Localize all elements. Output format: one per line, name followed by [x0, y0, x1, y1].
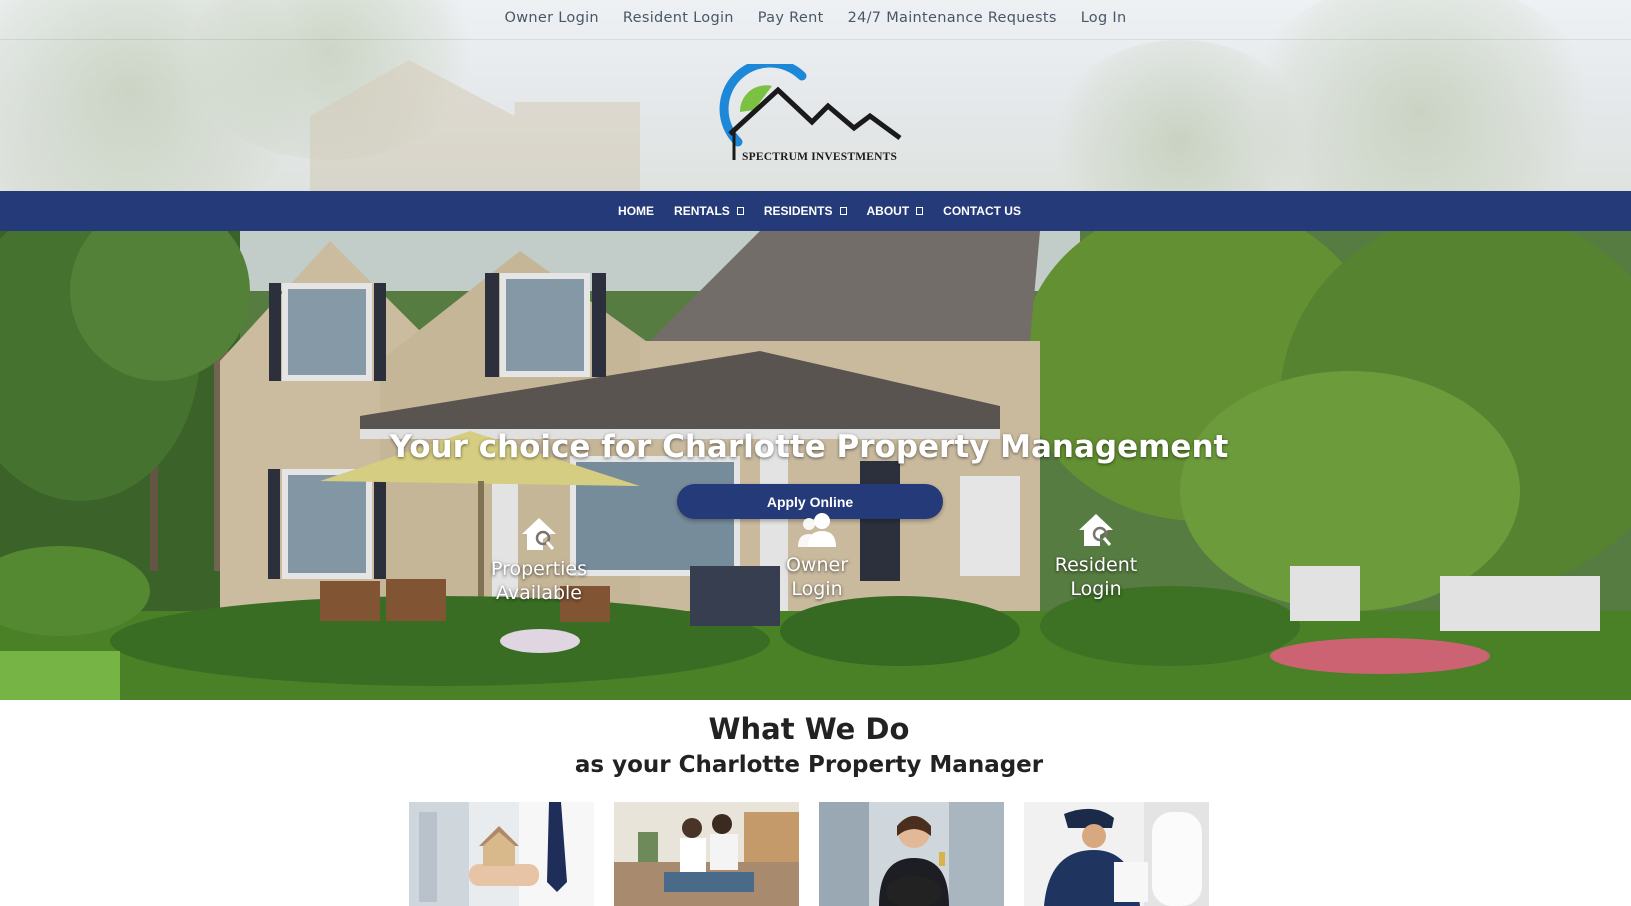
piggy-bank-photo	[819, 802, 1004, 906]
nav-rentals-label: RENTALS	[674, 204, 730, 218]
owner-login-label-2: Login	[791, 578, 843, 600]
logo-text: SPECTRUM INVESTMENTS	[742, 151, 898, 163]
dropdown-caret-icon	[736, 207, 744, 215]
log-in-link[interactable]: Log In	[1081, 10, 1127, 39]
properties-available-label-2: Available	[495, 582, 582, 604]
service-tile-owners[interactable]	[409, 802, 594, 906]
service-tile-maintenance[interactable]	[1024, 802, 1209, 906]
owner-login-quick-link[interactable]: Owner Login	[752, 511, 882, 601]
what-we-do-subtitle: as your Charlotte Property Manager	[574, 752, 1044, 778]
resident-login-quick-link[interactable]: Resident Login	[1031, 511, 1161, 601]
nav-contact-us[interactable]: CONTACT US	[933, 191, 1031, 231]
service-tile-residents[interactable]	[614, 802, 799, 906]
resident-login-label-2: Login	[1070, 578, 1122, 600]
properties-available-link[interactable]: Properties Available	[474, 515, 604, 605]
nav-about-label: ABOUT	[866, 204, 910, 218]
nav-residents-label: RESIDENTS	[763, 204, 833, 218]
hand-holding-house-photo	[409, 802, 594, 906]
what-we-do-title: What We Do	[708, 712, 910, 746]
resident-login-label-1: Resident	[1054, 554, 1138, 576]
properties-available-label-1: Properties	[490, 558, 588, 580]
dropdown-caret-icon	[916, 207, 924, 215]
top-header: Owner Login Resident Login Pay Rent 24/7…	[0, 0, 1631, 191]
service-tile-investors[interactable]	[819, 802, 1004, 906]
nav-rentals[interactable]: RENTALS	[664, 191, 754, 231]
maintenance-technician-photo	[1024, 802, 1209, 906]
house-search-icon	[1079, 514, 1113, 546]
owner-login-link[interactable]: Owner Login	[505, 10, 599, 39]
hero-headline: Your choice for Charlotte Property Manag…	[389, 429, 1229, 465]
maintenance-requests-link[interactable]: 24/7 Maintenance Requests	[848, 10, 1057, 39]
nav-contact-us-label: CONTACT US	[943, 204, 1021, 218]
couple-moving-photo	[614, 802, 799, 906]
hero-banner: Your choice for Charlotte Property Manag…	[0, 231, 1631, 700]
nav-home[interactable]: HOME	[608, 191, 664, 231]
hero-overlay	[0, 231, 1631, 700]
nav-residents[interactable]: RESIDENTS	[754, 191, 857, 231]
pay-rent-link[interactable]: Pay Rent	[758, 10, 824, 39]
dropdown-caret-icon	[839, 207, 847, 215]
utility-nav: Owner Login Resident Login Pay Rent 24/7…	[0, 0, 1631, 40]
main-nav: HOME RENTALS RESIDENTS ABOUT CONTACT US	[0, 191, 1631, 231]
house-search-icon	[522, 518, 556, 550]
users-icon	[798, 513, 836, 547]
nav-about[interactable]: ABOUT	[857, 191, 934, 231]
owner-login-label-1: Owner	[785, 554, 849, 576]
page: Owner Login Resident Login Pay Rent 24/7…	[0, 0, 1631, 906]
nav-home-label: HOME	[618, 204, 655, 218]
resident-login-link[interactable]: Resident Login	[623, 10, 734, 39]
